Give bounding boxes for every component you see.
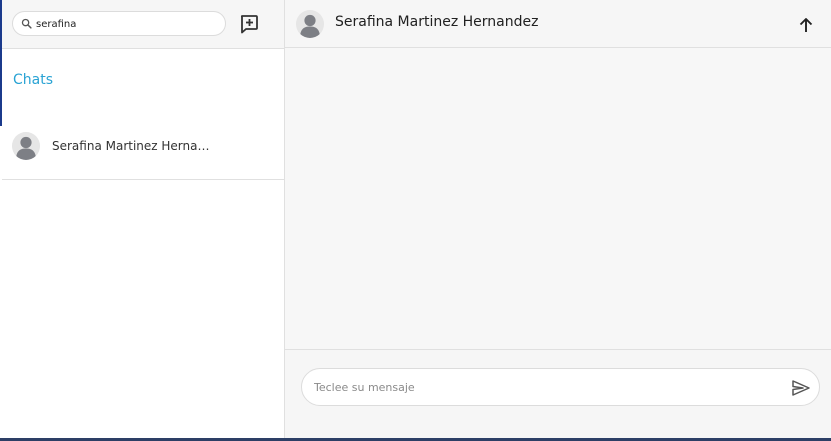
contact-name: Serafina Martinez Hernandez	[335, 14, 539, 30]
chat-app: Chats Serafina Martinez Hernandez	[0, 0, 831, 441]
person-avatar[interactable]	[296, 10, 324, 38]
conversation-header: Serafina Martinez Hernandez	[285, 0, 831, 48]
message-area[interactable]	[285, 48, 831, 348]
chats-section-title: Chats	[13, 72, 54, 88]
chat-list-item[interactable]: Serafina Martinez Hernandez	[2, 126, 284, 180]
arrow-up-icon[interactable]	[797, 16, 815, 34]
search-icon	[21, 18, 32, 29]
chat-list-panel: Chats Serafina Martinez Hernandez	[2, 0, 285, 438]
add-chat-icon[interactable]	[238, 13, 260, 35]
send-icon[interactable]	[791, 379, 811, 397]
conversation-panel: Serafina Martinez Hernandez	[285, 0, 831, 439]
search-input[interactable]	[36, 15, 216, 33]
chat-list-header	[2, 0, 284, 49]
chat-item-name: Serafina Martinez Hernandez	[52, 139, 212, 153]
search-box[interactable]	[12, 11, 226, 36]
message-box[interactable]	[301, 368, 820, 406]
message-composer	[285, 349, 831, 439]
person-avatar	[12, 132, 40, 160]
message-input[interactable]	[314, 378, 774, 396]
